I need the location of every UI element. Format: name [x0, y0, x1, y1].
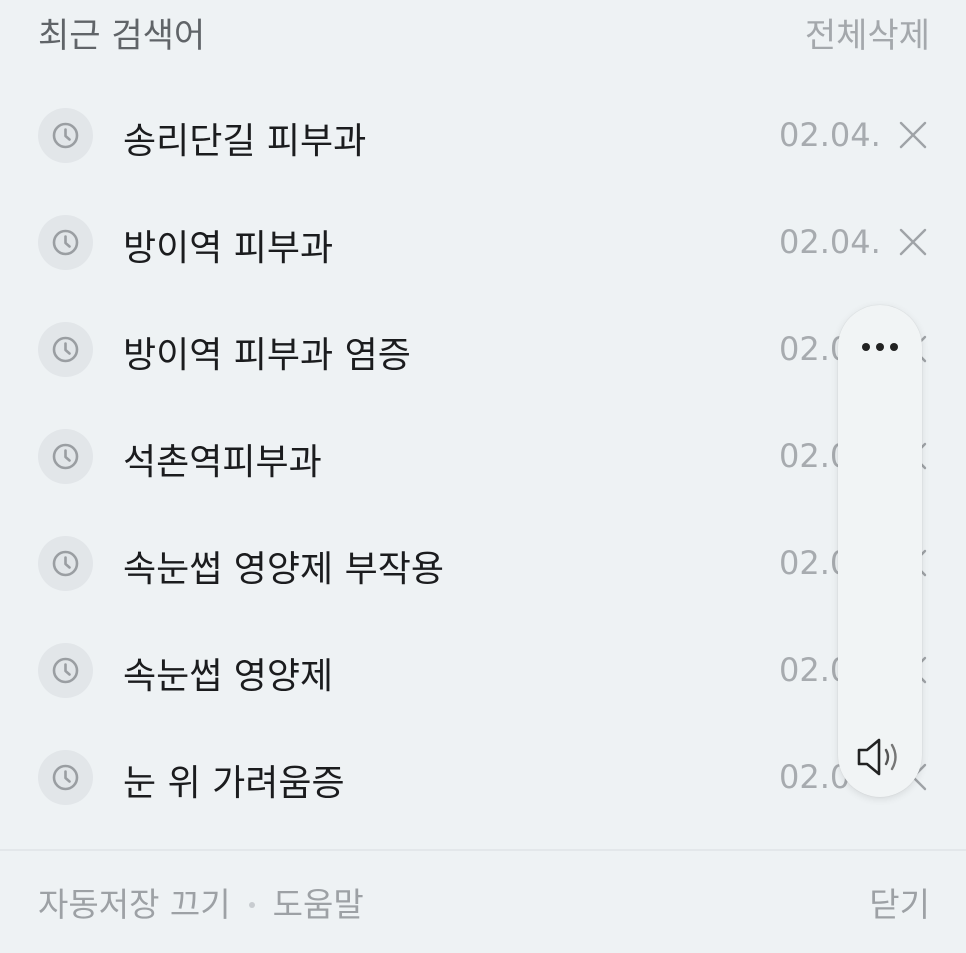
speaker-icon[interactable]: [855, 735, 905, 779]
recent-search-item[interactable]: 속눈썹 영양제 부작용 02.0: [0, 510, 966, 617]
recent-search-item[interactable]: 눈 위 가려움증 02.0: [0, 724, 966, 831]
clock-icon: [38, 750, 93, 805]
recent-search-header: 최근 검색어 전체삭제: [38, 0, 930, 60]
recent-search-item[interactable]: 석촌역피부과 02.0: [0, 403, 966, 510]
close-icon[interactable]: [897, 119, 929, 151]
close-button[interactable]: 닫기: [869, 878, 930, 926]
recent-search-query: 속눈썹 영양제: [123, 656, 334, 697]
recent-search-query: 석촌역피부과: [123, 442, 322, 483]
separator-dot: [248, 901, 255, 908]
footer-divider: [0, 849, 966, 851]
clock-icon: [38, 429, 93, 484]
recent-search-item[interactable]: 송리단길 피부과 02.04.: [0, 82, 966, 189]
recent-search-query: 속눈썹 영양제 부작용: [123, 549, 444, 590]
recent-search-panel: 최근 검색어 전체삭제 송리단길 피부과 02.04. 방이역 피부과 02.0…: [0, 0, 966, 953]
clock-icon: [38, 215, 93, 270]
help-link[interactable]: 도움말: [273, 885, 364, 924]
recent-search-footer: 자동저장 끄기 도움말 닫기: [38, 872, 930, 932]
recent-search-date: 02.04.: [779, 223, 881, 261]
recent-search-query: 방이역 피부과: [123, 228, 334, 269]
recent-search-title: 최근 검색어: [38, 16, 206, 56]
autosave-off-button[interactable]: 자동저장 끄기: [38, 885, 231, 924]
recent-search-query: 송리단길 피부과: [123, 121, 367, 162]
recent-search-item[interactable]: 방이역 피부과 02.04.: [0, 189, 966, 296]
recent-search-date: 02.04.: [779, 116, 881, 154]
clock-icon: [38, 108, 93, 163]
clock-icon: [38, 536, 93, 591]
footer-links: 자동저장 끄기 도움말: [38, 878, 364, 926]
more-horizontal-icon[interactable]: [855, 329, 905, 365]
recent-search-item[interactable]: 방이역 피부과 염증 02.0: [0, 296, 966, 403]
recent-search-query: 눈 위 가려움증: [123, 763, 345, 804]
clock-icon: [38, 643, 93, 698]
floating-toolbar: [838, 305, 922, 797]
recent-search-list: 송리단길 피부과 02.04. 방이역 피부과 02.04. 방이역 피부과 염…: [0, 82, 966, 831]
close-icon[interactable]: [897, 226, 929, 258]
recent-search-item[interactable]: 속눈썹 영양제 02.0: [0, 617, 966, 724]
clock-icon: [38, 322, 93, 377]
recent-search-query: 방이역 피부과 염증: [123, 335, 411, 376]
clear-all-button[interactable]: 전체삭제: [805, 8, 930, 57]
